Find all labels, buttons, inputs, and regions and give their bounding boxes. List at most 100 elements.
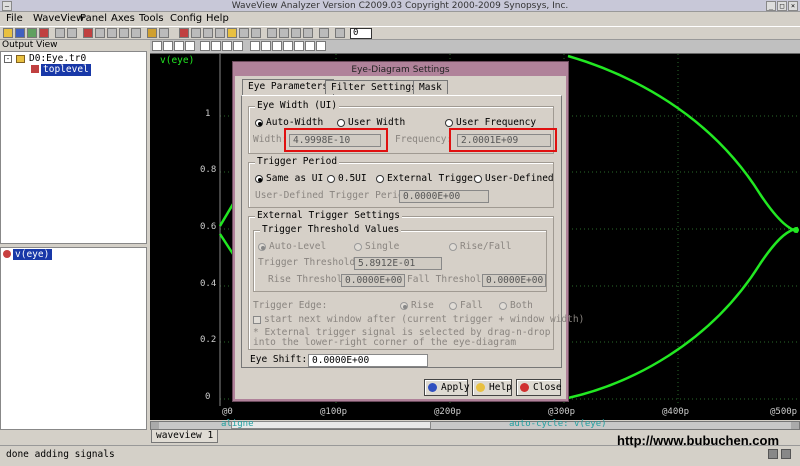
- menu-config[interactable]: Config: [170, 13, 202, 25]
- marker-icon[interactable]: [227, 28, 237, 38]
- panel-icon[interactable]: [107, 28, 117, 38]
- edge-fall-radio[interactable]: [449, 302, 457, 310]
- auto-level-label[interactable]: Auto-Level: [269, 241, 326, 253]
- close-button[interactable]: Close: [516, 379, 562, 396]
- next-window-checkbox[interactable]: [253, 316, 261, 324]
- tool-icon[interactable]: [159, 28, 169, 38]
- half-ui-label[interactable]: 0.5UI: [338, 173, 367, 185]
- edit-icon[interactable]: [147, 28, 157, 38]
- user-width-radio[interactable]: [337, 119, 345, 127]
- collapse-icon[interactable]: -: [4, 55, 12, 63]
- tool-icon[interactable]: [215, 28, 225, 38]
- tool-icon[interactable]: [55, 28, 65, 38]
- grid-btn-icon[interactable]: [200, 41, 210, 51]
- zoom-btn-icon[interactable]: [272, 41, 282, 51]
- delete-icon[interactable]: [39, 28, 49, 38]
- grid-btn-icon[interactable]: [222, 41, 232, 51]
- tab-filter-settings[interactable]: Filter Settings: [325, 80, 423, 94]
- menu-tools[interactable]: Tools: [139, 13, 164, 25]
- scroll-right-icon[interactable]: [791, 422, 799, 429]
- save-icon[interactable]: [15, 28, 25, 38]
- tool-icon[interactable]: [303, 28, 313, 38]
- scroll-left-icon[interactable]: [151, 422, 159, 429]
- y-tick: 1: [205, 109, 211, 119]
- tool-icon[interactable]: [239, 28, 249, 38]
- tool-icon[interactable]: [191, 28, 201, 38]
- user-defined-radio[interactable]: [474, 175, 482, 183]
- edge-both-radio[interactable]: [499, 302, 507, 310]
- menu-help[interactable]: Help: [206, 13, 229, 25]
- rise-fall-label[interactable]: Rise/Fall: [460, 241, 511, 253]
- minimize-icon[interactable]: _: [766, 1, 776, 11]
- close-window-icon[interactable]: ×: [788, 1, 798, 11]
- zoom-btn-icon[interactable]: [316, 41, 326, 51]
- user-frequency-radio[interactable]: [445, 119, 453, 127]
- stop-icon[interactable]: [83, 28, 93, 38]
- tool-icon[interactable]: [251, 28, 261, 38]
- reload-icon[interactable]: [27, 28, 37, 38]
- same-as-ui-radio[interactable]: [255, 175, 263, 183]
- menu-axes[interactable]: Axes: [111, 13, 135, 25]
- zoom-btn-icon[interactable]: [305, 41, 315, 51]
- auto-width-radio[interactable]: [255, 119, 263, 127]
- auto-level-radio[interactable]: [258, 243, 266, 251]
- single-radio[interactable]: [354, 243, 362, 251]
- signal-list[interactable]: v(eye): [0, 247, 147, 430]
- panel-btn-icon[interactable]: [152, 41, 162, 51]
- tool-icon[interactable]: [279, 28, 289, 38]
- zoom-btn-icon[interactable]: [294, 41, 304, 51]
- menu-panel[interactable]: Panel: [80, 13, 107, 25]
- grid-btn-icon[interactable]: [233, 41, 243, 51]
- horizontal-scrollbar[interactable]: aligne auto-cycle: v(eye): [150, 419, 800, 430]
- tab-eye-parameters[interactable]: Eye Parameters: [242, 79, 335, 95]
- external-trigger-label[interactable]: External Trigger: [387, 173, 479, 185]
- next-window-label[interactable]: start next window after (current trigger…: [264, 314, 584, 326]
- pen-icon[interactable]: [335, 28, 345, 38]
- edge-rise-label[interactable]: Rise: [411, 300, 434, 312]
- output-tree[interactable]: - D0:Eye.tr0 toplevel: [0, 51, 147, 244]
- rise-threshold-field[interactable]: 0.0000E+00: [341, 274, 405, 287]
- user-defined-period-field[interactable]: 0.0000E+00: [399, 190, 489, 203]
- trigger-threshold-field[interactable]: 5.8912E-01: [354, 257, 442, 270]
- panel-btn-icon[interactable]: [185, 41, 195, 51]
- zoom-btn-icon[interactable]: [261, 41, 271, 51]
- tool-icon[interactable]: [319, 28, 329, 38]
- single-label[interactable]: Single: [365, 241, 399, 253]
- measure-icon[interactable]: [179, 28, 189, 38]
- signal-item[interactable]: v(eye): [13, 249, 53, 260]
- zoom-input[interactable]: 0: [350, 28, 372, 39]
- edge-both-label[interactable]: Both: [510, 300, 533, 312]
- grid-icon[interactable]: [95, 28, 105, 38]
- zoom-btn-icon[interactable]: [283, 41, 293, 51]
- tool-icon[interactable]: [67, 28, 77, 38]
- maximize-icon[interactable]: □: [777, 1, 787, 11]
- panel-icon[interactable]: [119, 28, 129, 38]
- scroll-thumb[interactable]: [231, 421, 431, 429]
- panel-btn-icon[interactable]: [174, 41, 184, 51]
- edge-fall-label[interactable]: Fall: [460, 300, 483, 312]
- eye-shift-field[interactable]: 0.0000E+00: [308, 354, 428, 367]
- help-button[interactable]: Help: [472, 379, 512, 396]
- apply-button[interactable]: Apply: [424, 379, 470, 396]
- tree-item-toplevel[interactable]: toplevel: [41, 64, 91, 76]
- window-menu-icon[interactable]: –: [2, 1, 12, 11]
- grid-btn-icon[interactable]: [211, 41, 221, 51]
- tool-icon[interactable]: [267, 28, 277, 38]
- tool-icon[interactable]: [203, 28, 213, 38]
- half-ui-radio[interactable]: [327, 175, 335, 183]
- menu-waveview[interactable]: WaveView: [33, 13, 84, 25]
- tab-mask[interactable]: Mask: [413, 80, 448, 94]
- user-defined-label[interactable]: User-Defined: [485, 173, 554, 185]
- open-icon[interactable]: [3, 28, 13, 38]
- menu-file[interactable]: File: [6, 13, 23, 25]
- external-trigger-radio[interactable]: [376, 175, 384, 183]
- zoom-icon[interactable]: [131, 28, 141, 38]
- rise-fall-radio[interactable]: [449, 243, 457, 251]
- panel-btn-icon[interactable]: [163, 41, 173, 51]
- tab-waveview-1[interactable]: waveview 1: [151, 430, 219, 443]
- edge-rise-radio[interactable]: [400, 302, 408, 310]
- fall-threshold-field[interactable]: 0.0000E+00: [482, 274, 546, 287]
- same-as-ui-label[interactable]: Same as UI: [266, 173, 323, 185]
- zoom-btn-icon[interactable]: [250, 41, 260, 51]
- tool-icon[interactable]: [291, 28, 301, 38]
